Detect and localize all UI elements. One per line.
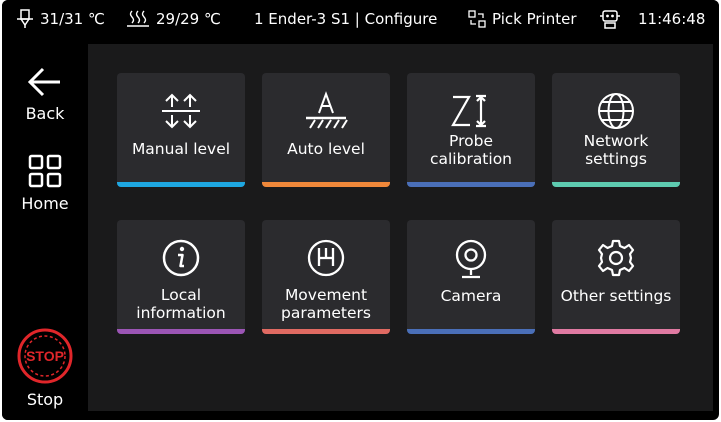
tile-accent-bar [117, 182, 245, 187]
tile-camera[interactable]: Camera [407, 220, 535, 334]
manual-level-arrows-icon [162, 93, 200, 129]
tile-label-line1: Network [583, 132, 649, 150]
gearshift-icon [307, 239, 345, 277]
back-button[interactable]: Back [2, 66, 88, 123]
bed-temp-status: 29/29 ℃ [126, 0, 221, 38]
bed-temp-text: 29/29 ℃ [156, 10, 221, 28]
nozzle-temp-text: 31/31 ℃ [40, 10, 105, 28]
tile-label-line2: settings [585, 150, 647, 168]
tile-accent-bar [262, 329, 390, 334]
pick-printer-icon [468, 10, 486, 28]
gear-icon [597, 239, 635, 277]
camera-icon [455, 239, 487, 279]
status-bar: 31/31 ℃ 29/29 ℃ 1 Ender-3 S1 | Configure… [2, 0, 719, 38]
arrow-left-icon [27, 67, 60, 97]
home-label: Home [21, 194, 69, 213]
home-button[interactable]: Home [2, 154, 88, 213]
tile-label-line2: calibration [429, 150, 513, 168]
tile-accent-bar [262, 182, 390, 187]
tile-accent-bar [407, 329, 535, 334]
globe-icon [598, 93, 634, 129]
tile-label-line2: parameters [281, 304, 371, 322]
tile-label: Camera [440, 287, 502, 305]
clock-text: 11:46:48 [638, 10, 706, 28]
stop-sign-icon: STOP [17, 328, 73, 384]
printer-robot-icon-wrap [599, 0, 621, 38]
grid-home-icon [28, 154, 62, 188]
pick-printer-label: Pick Printer [492, 10, 577, 28]
printer-title: 1 Ender-3 S1 | Configure [254, 0, 437, 38]
auto-level-icon [306, 91, 348, 129]
tile-label: Auto level [287, 140, 365, 158]
side-navigation: Back Home STOP Stop [2, 38, 88, 420]
stop-badge-text: STOP [26, 348, 64, 364]
stop-button[interactable]: STOP Stop [2, 328, 88, 409]
pick-printer-button[interactable]: Pick Printer [468, 0, 577, 38]
robot-icon [600, 10, 620, 29]
touchscreen: 31/31 ℃ 29/29 ℃ 1 Ender-3 S1 | Configure… [2, 0, 719, 420]
configure-menu-panel: Manual level Auto level Probe calibratio… [88, 44, 713, 411]
tile-label-line1: Local [160, 286, 202, 304]
tile-auto-level[interactable]: Auto level [262, 73, 390, 187]
stop-label: Stop [26, 390, 64, 409]
back-label: Back [25, 104, 65, 123]
nozzle-temp-status: 31/31 ℃ [16, 0, 105, 38]
tile-network-settings[interactable]: Network settings [552, 73, 680, 187]
tile-label-line1: Movement [284, 286, 368, 304]
tile-label-line2: information [136, 304, 226, 322]
tile-local-information[interactable]: Local information [117, 220, 245, 334]
tile-accent-bar [117, 329, 245, 334]
tile-manual-level[interactable]: Manual level [117, 73, 245, 187]
tile-label: Other settings [560, 287, 672, 305]
tile-probe-calibration[interactable]: Probe calibration [407, 73, 535, 187]
heated-bed-icon [127, 10, 149, 27]
tile-accent-bar [407, 182, 535, 187]
tile-label-line1: Probe [449, 132, 493, 150]
clock: 11:46:48 [638, 0, 705, 38]
tile-accent-bar [552, 182, 680, 187]
printer-title-text: 1 Ender-3 S1 | Configure [254, 10, 438, 28]
tile-other-settings[interactable]: Other settings [552, 220, 680, 334]
tile-label: Manual level [131, 140, 231, 158]
info-icon [162, 239, 200, 277]
nozzle-icon [17, 9, 33, 28]
tile-accent-bar [552, 329, 680, 334]
probe-z-icon [451, 94, 486, 128]
tile-movement-parameters[interactable]: Movement parameters [262, 220, 390, 334]
